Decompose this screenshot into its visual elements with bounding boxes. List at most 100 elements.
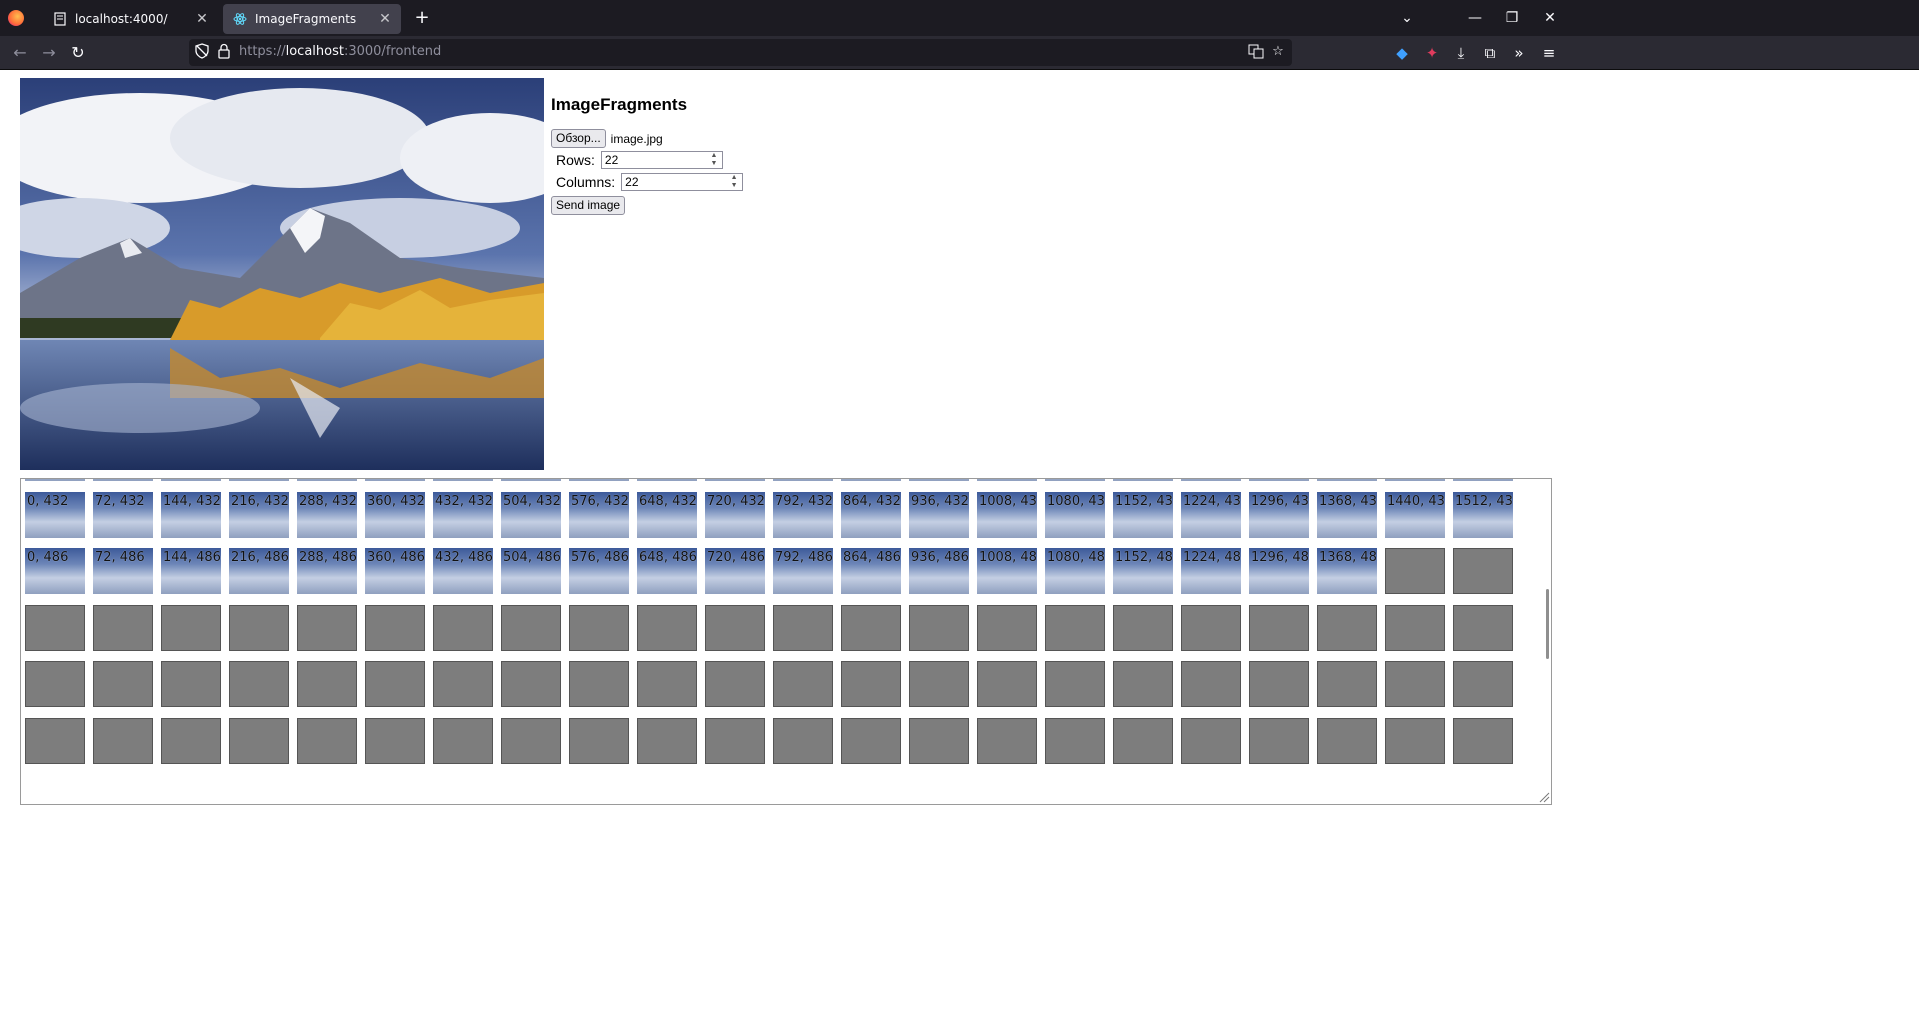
menu-hamburger-icon[interactable]: ≡ [1537, 41, 1561, 65]
translate-icon[interactable] [1247, 43, 1265, 61]
url-text[interactable]: https://localhost:3000/frontend [239, 44, 441, 59]
fragment-tile: 1152, 48 [1113, 548, 1173, 594]
fragment-tile [229, 717, 289, 764]
url-bar[interactable]: https://localhost:3000/frontend ☆ [189, 39, 1292, 66]
fragment-tile [1317, 661, 1377, 707]
new-tab-icon[interactable]: + [412, 8, 432, 28]
fragment-tile [1317, 604, 1377, 651]
fragment-tile: 1152, 43 [1113, 491, 1173, 538]
fragment-tile [433, 604, 493, 651]
fragment-tile: 936, 378 [909, 479, 969, 481]
tab-localhost-4000[interactable]: localhost:4000/ ✕ [43, 4, 218, 34]
fragment-tile [229, 604, 289, 651]
fragment-tile [637, 604, 697, 651]
firefox-logo-icon[interactable] [8, 10, 24, 26]
fragment-tile: 1224, 37 [1181, 479, 1241, 481]
fragment-tile [501, 604, 561, 651]
fragment-coordinate-label: 864, 486 [843, 550, 901, 565]
fragment-tile [1385, 661, 1445, 707]
fragment-coordinate-label: 864, 432 [843, 493, 901, 509]
fragment-tile: 792, 378 [773, 479, 833, 481]
back-icon[interactable]: ← [8, 41, 32, 65]
fragment-tile [1453, 661, 1513, 707]
vertical-scrollbar[interactable] [1546, 589, 1549, 659]
fragment-tile [977, 717, 1037, 764]
fragment-tile [705, 604, 765, 651]
fragment-tile [637, 717, 697, 764]
fragment-coordinate-label: 1008, 43 [979, 493, 1037, 509]
tracking-protection-icon[interactable] [193, 43, 211, 61]
fragment-tile [365, 661, 425, 707]
fragment-tile [433, 717, 493, 764]
fragment-tile [1249, 604, 1309, 651]
fragment-tile: 648, 486 [637, 548, 697, 594]
app-title: ImageFragments [551, 95, 688, 114]
close-tab-icon[interactable]: ✕ [375, 11, 395, 27]
extensions-puzzle-icon[interactable]: ⧉ [1478, 41, 1502, 65]
fragment-tile [909, 717, 969, 764]
browse-button[interactable]: Обзор... [551, 129, 606, 148]
fragment-coordinate-label: 1224, 48 [1183, 550, 1241, 565]
fragment-tile: 432, 432 [433, 491, 493, 538]
fragment-coordinate-label: 648, 432 [639, 493, 697, 509]
tab-imagefragments[interactable]: ImageFragments ✕ [223, 4, 401, 34]
fragment-tile: 1368, 43 [1317, 491, 1377, 538]
fragments-container[interactable]: 0, 378 72, 378 144, 378 216, 378 288, 378 360… [20, 478, 1552, 805]
extension-icon[interactable]: ◆ [1390, 41, 1414, 65]
fragment-tile: 0, 378 [25, 479, 85, 481]
fragment-tile: 648, 378 [637, 479, 697, 481]
columns-input[interactable]: 22 ▲ ▼ [621, 173, 744, 191]
fragment-coordinate-label: 720, 432 [707, 493, 765, 509]
fragment-tile [569, 717, 629, 764]
fragment-tile: 1224, 48 [1181, 548, 1241, 594]
rows-input[interactable]: 22 ▲ ▼ [600, 151, 723, 169]
fragment-coordinate-label: 504, 432 [503, 493, 561, 509]
fragment-coordinate-label: 288, 432 [299, 493, 357, 509]
fragment-tile: 216, 432 [229, 491, 289, 538]
fragment-tile [909, 661, 969, 707]
tab-title: ImageFragments [255, 12, 357, 26]
fragment-coordinate-label: 0, 486 [27, 550, 69, 565]
close-window-icon[interactable]: ✕ [1530, 0, 1570, 36]
fragment-tile: 504, 378 [501, 479, 561, 481]
fragment-tile [909, 604, 969, 651]
fragment-tile: 0, 432 [25, 491, 85, 538]
minimize-icon[interactable]: — [1455, 0, 1495, 36]
fragment-tile: 1080, 43 [1045, 491, 1105, 538]
fragment-coordinate-label: 504, 486 [503, 550, 561, 565]
close-tab-icon[interactable]: ✕ [192, 11, 212, 27]
fragment-tile [161, 717, 221, 764]
fragment-tile: 504, 432 [501, 491, 561, 538]
restore-icon[interactable]: ❐ [1492, 0, 1532, 36]
stepper-icon[interactable]: ▲ ▼ [708, 152, 720, 168]
tab-title: localhost:4000/ [75, 12, 168, 26]
fragment-coordinate-label: 216, 432 [231, 493, 289, 509]
resize-grip-icon[interactable] [1538, 791, 1550, 803]
send-image-button[interactable]: Send image [551, 196, 626, 215]
bookmark-star-icon[interactable]: ☆ [1269, 43, 1287, 61]
downloads-icon[interactable]: ⤓ [1449, 41, 1473, 65]
fragment-tile [25, 604, 85, 651]
lock-icon[interactable] [215, 43, 233, 61]
fragment-tile [1045, 717, 1105, 764]
fragment-tile: 1224, 43 [1181, 491, 1241, 538]
fragment-coordinate-label: 792, 486 [775, 550, 833, 565]
fragment-tile [1113, 661, 1173, 707]
list-all-tabs-icon[interactable]: ⌄ [1387, 0, 1427, 36]
fragment-coordinate-label: 936, 486 [911, 550, 969, 565]
stepper-icon[interactable]: ▲ ▼ [728, 174, 740, 190]
fragment-tile [161, 604, 221, 651]
fragment-tile [1317, 717, 1377, 764]
fragment-tile: 1008, 37 [977, 479, 1037, 481]
fragment-tile [161, 661, 221, 707]
fragment-tile: 432, 378 [433, 479, 493, 481]
fragment-tile: 1008, 43 [977, 491, 1037, 538]
reload-icon[interactable]: ↻ [66, 41, 90, 65]
fragment-tile [841, 604, 901, 651]
color-extension-icon[interactable]: ✦ [1420, 41, 1444, 65]
fragment-tile [501, 717, 561, 764]
forward-icon[interactable]: → [37, 41, 61, 65]
overflow-chevron-icon[interactable]: » [1507, 41, 1531, 65]
fragment-tile [1181, 661, 1241, 707]
fragment-tile: 72, 486 [93, 548, 153, 594]
